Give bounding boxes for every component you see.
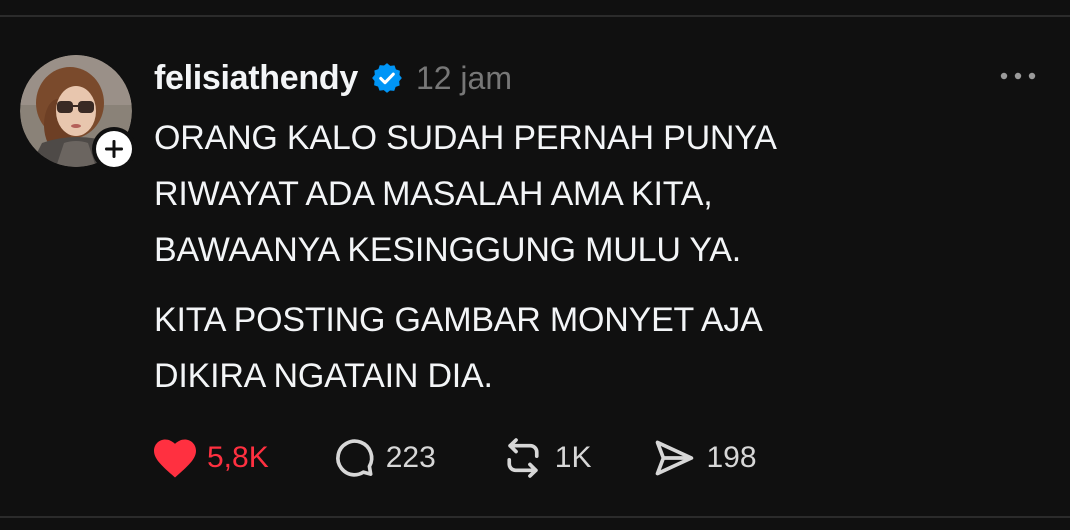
share-button[interactable]: 198 — [651, 436, 757, 480]
post-line: DIKIRA NGATAIN DIA. — [154, 357, 493, 395]
post-paragraph-1: ORANG KALO SUDAH PERNAH PUNYA RIWAYAT AD… — [154, 110, 974, 278]
post-header: felisiathendy 12 jam — [154, 56, 512, 100]
post-actions: 5,8K 223 1K 198 — [152, 432, 757, 484]
repost-count: 1K — [554, 441, 592, 474]
post-text: ORANG KALO SUDAH PERNAH PUNYA RIWAYAT AD… — [154, 110, 974, 404]
post-line: ORANG KALO SUDAH PERNAH PUNYA — [154, 119, 777, 157]
heart-filled-icon — [154, 439, 196, 478]
plus-icon — [105, 140, 123, 158]
reply-button[interactable]: 223 — [331, 436, 436, 480]
follow-button[interactable] — [92, 127, 136, 171]
post-line: KITA POSTING GAMBAR MONYET AJA — [154, 301, 763, 339]
like-button[interactable]: 5,8K — [152, 437, 269, 479]
more-options-button[interactable] — [998, 62, 1038, 90]
speech-bubble-icon — [335, 439, 374, 477]
avatar-container[interactable] — [20, 55, 136, 171]
like-count: 5,8K — [207, 441, 269, 474]
send-icon — [656, 440, 694, 476]
top-divider — [0, 15, 1070, 17]
share-count: 198 — [706, 441, 757, 474]
post-line: BAWAANYA KESINGGUNG MULU YA. — [154, 231, 742, 269]
more-horizontal-icon — [1000, 72, 1036, 80]
repost-button[interactable]: 1K — [500, 436, 592, 480]
repost-icon — [507, 438, 539, 478]
verified-badge-icon — [370, 61, 404, 95]
post-line: RIWAYAT ADA MASALAH AMA KITA, — [154, 175, 713, 213]
bottom-divider — [0, 516, 1070, 518]
timestamp: 12 jam — [415, 59, 512, 96]
post-paragraph-2: KITA POSTING GAMBAR MONYET AJA DIKIRA NG… — [154, 292, 974, 404]
follow-button-inner — [96, 131, 132, 167]
username[interactable]: felisiathendy — [154, 59, 358, 98]
reply-count: 223 — [385, 441, 436, 474]
